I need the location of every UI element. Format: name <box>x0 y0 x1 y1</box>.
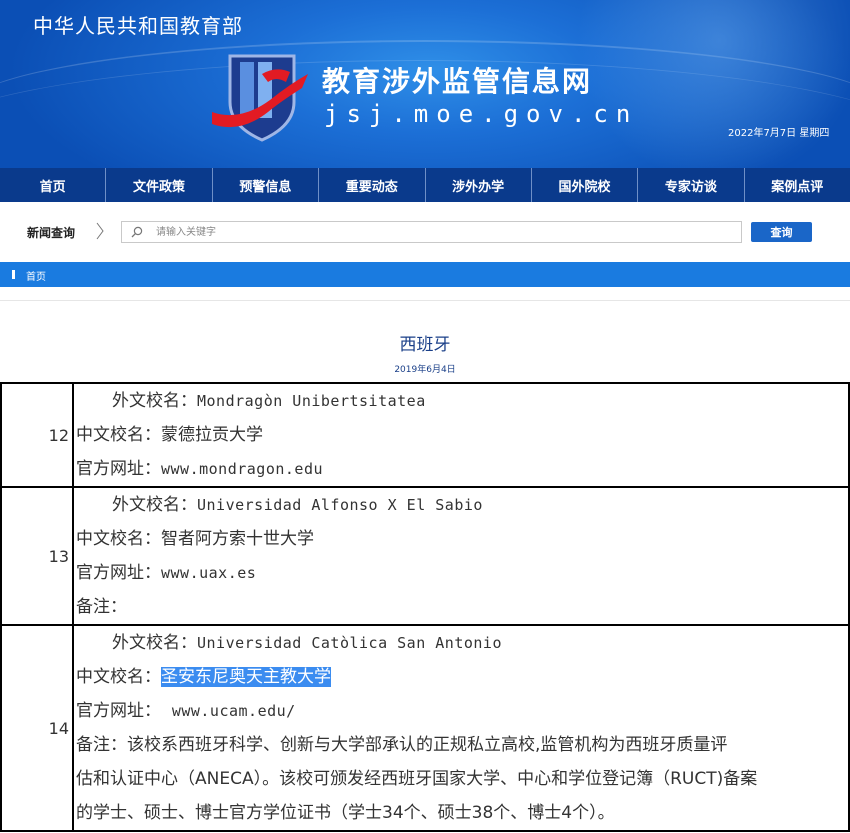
search-input[interactable] <box>156 222 726 242</box>
nav-warning[interactable]: 预警信息 <box>213 168 320 202</box>
breadcrumb: 首页 <box>0 262 850 287</box>
field-label: 中文校名： <box>76 529 161 549</box>
article-date: 2019年6月4日 <box>394 365 456 375</box>
note-line: 备注： <box>76 590 848 624</box>
main-nav: 首页 文件政策 预警信息 重要动态 涉外办学 国外院校 专家访谈 案例点评 <box>0 168 850 202</box>
field-label: 外文校名： <box>112 391 197 411</box>
site-title[interactable]: 教育涉外监管信息网 <box>322 60 592 100</box>
note-line: 估和认证中心（ANECA）。该校可颁发经西班牙国家大学、中心和学位登记簿（RUC… <box>76 762 848 796</box>
field-label: 官方网址： <box>76 459 161 479</box>
foreign-name: Universidad Catòlica San Antonio <box>197 634 502 652</box>
site-logo-icon[interactable] <box>210 52 310 144</box>
foreign-name: Mondragòn Unibertsitatea <box>197 392 426 410</box>
field-label: 中文校名： <box>76 667 161 687</box>
current-date: 2022年7月7日 星期四 <box>728 128 830 139</box>
note-line: 的学士、硕士、博士官方学位证书（学士34个、硕士38个、博士4个）。 <box>76 796 848 830</box>
note-text: 该校系西班牙科学、创新与大学部承认的正规私立高校,监管机构为西班牙质量评 <box>127 735 728 755</box>
row-content: 外文校名：Universidad Alfonso X El Sabio 中文校名… <box>72 486 850 626</box>
field-label: 备注： <box>76 735 127 755</box>
ministry-name[interactable]: 中华人民共和国教育部 <box>33 10 243 39</box>
nav-policy[interactable]: 文件政策 <box>106 168 213 202</box>
chinese-name-line: 中文校名：圣安东尼奥天主教大学 <box>76 660 848 694</box>
row-number: 13 <box>0 486 74 626</box>
row-content: 外文校名：Mondragòn Unibertsitatea 中文校名：蒙德拉贡大… <box>72 382 850 488</box>
chinese-name: 智者阿方索十世大学 <box>161 529 314 549</box>
breadcrumb-marker <box>12 270 15 279</box>
chinese-name-line: 中文校名：智者阿方索十世大学 <box>76 522 848 556</box>
foreign-name-line: 外文校名：Universidad Alfonso X El Sabio <box>76 488 848 522</box>
url-line: 官方网址：www.uax.es <box>76 556 848 590</box>
chevron-right-icon <box>96 222 104 240</box>
chinese-name: 蒙德拉贡大学 <box>161 425 263 445</box>
row-number: 14 <box>0 624 74 832</box>
url-line: 官方网址：www.mondragon.edu <box>76 452 848 486</box>
table-row: 14 外文校名：Universidad Catòlica San Antonio… <box>0 624 850 832</box>
article-title: 西班牙 <box>399 335 451 355</box>
foreign-name-line: 外文校名：Mondragòn Unibertsitatea <box>76 384 848 418</box>
nav-case-review[interactable]: 案例点评 <box>745 168 850 202</box>
nav-expert-interview[interactable]: 专家访谈 <box>638 168 745 202</box>
foreign-name-line: 外文校名：Universidad Catòlica San Antonio <box>76 626 848 660</box>
official-url[interactable]: www.uax.es <box>161 564 256 582</box>
field-label: 中文校名： <box>76 425 161 445</box>
header-banner: 中华人民共和国教育部 教育涉外监管信息网 jsj.moe.gov.cn 2022… <box>0 0 850 168</box>
note-line: 备注：该校系西班牙科学、创新与大学部承认的正规私立高校,监管机构为西班牙质量评 <box>76 728 848 762</box>
row-content: 外文校名：Universidad Catòlica San Antonio 中文… <box>72 624 850 832</box>
row-number: 12 <box>0 382 74 488</box>
field-label: 外文校名： <box>112 633 197 653</box>
note-text: 的学士、硕士、博士官方学位证书（学士34个、硕士38个、博士4个）。 <box>76 803 615 823</box>
nav-foreign-institutions[interactable]: 国外院校 <box>532 168 639 202</box>
search-icon <box>131 226 143 238</box>
field-label: 官方网址： <box>76 563 161 583</box>
note-text: 估和认证中心（ANECA）。该校可颁发经西班牙国家大学、中心和学位登记簿（RUC… <box>76 769 758 789</box>
school-table: 12 外文校名：Mondragòn Unibertsitatea 中文校名：蒙德… <box>0 382 850 832</box>
nav-foreign-schooling[interactable]: 涉外办学 <box>426 168 532 202</box>
official-url[interactable]: www.ucam.edu/ <box>172 702 296 720</box>
nav-home[interactable]: 首页 <box>0 168 107 202</box>
table-row: 13 外文校名：Universidad Alfonso X El Sabio 中… <box>0 486 850 626</box>
field-label: 外文校名： <box>112 495 197 515</box>
field-label: 备注： <box>76 597 127 617</box>
divider <box>0 300 850 301</box>
search-box[interactable] <box>121 221 742 243</box>
table-row: 12 外文校名：Mondragòn Unibertsitatea 中文校名：蒙德… <box>0 382 850 488</box>
search-button[interactable]: 查询 <box>751 222 812 242</box>
chinese-name-selected[interactable]: 圣安东尼奥天主教大学 <box>161 667 331 687</box>
field-label: 官方网址： <box>76 701 161 721</box>
search-bar: 新闻查询 查询 <box>0 212 850 250</box>
url-line: 官方网址： www.ucam.edu/ <box>76 694 848 728</box>
foreign-name: Universidad Alfonso X El Sabio <box>197 496 483 514</box>
official-url[interactable]: www.mondragon.edu <box>161 460 323 478</box>
search-label: 新闻查询 <box>27 226 76 240</box>
breadcrumb-home[interactable]: 首页 <box>26 268 46 283</box>
site-domain: jsj.moe.gov.cn <box>324 100 639 128</box>
chinese-name-line: 中文校名：蒙德拉贡大学 <box>76 418 848 452</box>
nav-news[interactable]: 重要动态 <box>319 168 426 202</box>
